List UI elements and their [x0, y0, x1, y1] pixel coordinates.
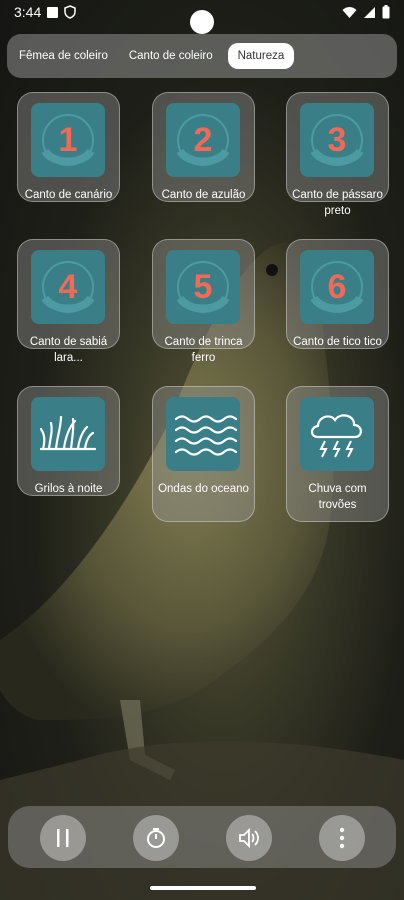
pause-icon: [57, 829, 69, 847]
sound-label: Grilos à noite: [34, 483, 103, 495]
storm-cloud-icon: [300, 397, 374, 471]
timer-button[interactable]: [133, 815, 179, 861]
sound-label: Ondas do oceano: [158, 483, 249, 495]
volume-icon: [239, 827, 259, 849]
more-vertical-icon: [339, 827, 345, 849]
sound-number: 3: [327, 121, 347, 159]
more-button[interactable]: [319, 815, 365, 861]
tab-femea-de-coleiro[interactable]: Fêmea de coleiro: [10, 43, 117, 69]
sound-card-chuva[interactable]: Chuva com trovões: [286, 386, 389, 522]
sound-label: Canto de pássaro preto: [292, 189, 383, 217]
number-badge-icon: 3: [300, 103, 374, 177]
player-bar: [8, 806, 396, 868]
sound-label: Canto de trinca ferro: [164, 336, 243, 364]
sound-number: 5: [193, 268, 213, 306]
number-badge-icon: 4: [31, 250, 105, 324]
sound-number: 4: [58, 268, 78, 306]
sound-card-ondas[interactable]: Ondas do oceano: [152, 386, 255, 522]
sound-card-canario[interactable]: 1 Canto de canário: [17, 92, 120, 202]
sound-label: Canto de canário: [24, 189, 113, 201]
sound-card-grilos[interactable]: Grilos à noite: [17, 386, 120, 496]
timer-icon: [147, 828, 165, 848]
pause-button[interactable]: [40, 815, 86, 861]
sound-card-passaro-preto[interactable]: 3 Canto de pássaro preto: [286, 92, 389, 217]
sound-label: Canto de tico tico: [293, 336, 382, 348]
grass-icon: [31, 397, 105, 471]
status-time: 3:44: [14, 4, 42, 20]
sound-card-trinca-ferro[interactable]: 5 Canto de trinca ferro: [152, 239, 255, 364]
sound-label: Canto de azulão: [161, 189, 246, 201]
sound-label: Chuva com trovões: [308, 483, 367, 511]
category-tabs: Fêmea de coleiro Canto de coleiro Nature…: [7, 34, 397, 78]
sound-number: 6: [327, 268, 347, 306]
sound-number: 2: [193, 121, 213, 159]
wifi-icon: [342, 6, 357, 18]
sound-number: 1: [58, 121, 78, 159]
number-badge-icon: 6: [300, 250, 374, 324]
tab-natureza[interactable]: Natureza: [227, 43, 295, 69]
home-indicator: [150, 886, 256, 890]
signal-icon: [364, 6, 375, 18]
waves-icon: [166, 397, 240, 471]
battery-icon: [382, 5, 390, 19]
number-badge-icon: 2: [166, 103, 240, 177]
sound-card-tico-tico[interactable]: 6 Canto de tico tico: [286, 239, 389, 349]
volume-button[interactable]: [226, 815, 272, 861]
camera-cutout: [190, 10, 214, 34]
tab-canto-de-coleiro[interactable]: Canto de coleiro: [120, 43, 222, 69]
shield-icon: [64, 5, 76, 19]
number-badge-icon: 1: [31, 103, 105, 177]
sound-card-azulao[interactable]: 2 Canto de azulão: [152, 92, 255, 202]
number-badge-icon: 5: [166, 250, 240, 324]
status-bar: 3:44: [0, 0, 404, 34]
sound-label: Canto de sabiá lara...: [29, 336, 108, 364]
notification-square-icon: [47, 7, 58, 18]
sound-card-sabia-laranjeira[interactable]: 4 Canto de sabiá lara...: [17, 239, 120, 364]
